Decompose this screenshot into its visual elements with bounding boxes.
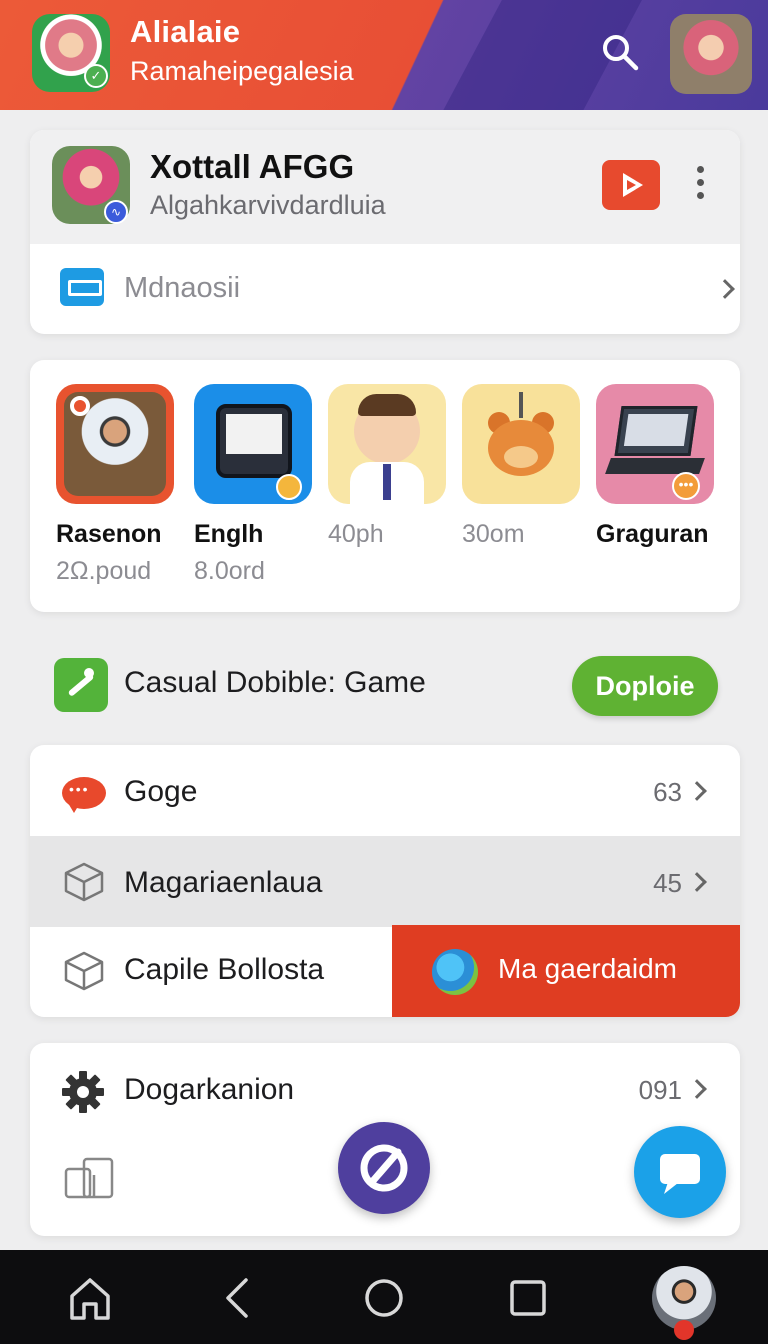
search-icon[interactable] [600, 32, 640, 72]
system-navigation-bar [0, 1250, 768, 1344]
channel-card: ∿ Xottall AFGG Algahkarvivdardluia Mdnao… [30, 130, 740, 334]
globe-chat-icon [432, 949, 478, 995]
baby-app-icon [328, 384, 446, 504]
list-item-label: Capile Bollosta [124, 953, 325, 986]
app-item-english[interactable]: Englh 8.0ord [194, 384, 312, 586]
game-label: Casual Dobible: Game [124, 666, 426, 699]
app-title: Alialaie [130, 14, 241, 49]
highlight-action-button[interactable]: Ma gaerdaidm [392, 925, 740, 1017]
devices-icon[interactable] [64, 1155, 114, 1199]
home-circle-icon[interactable] [360, 1274, 408, 1322]
bear-app-icon [462, 384, 580, 504]
app-item-rasenon[interactable]: Rasenon 2Ω.poud [56, 384, 174, 586]
list-item-count: 63 [653, 777, 682, 807]
highlight-action-label: Ma gaerdaidm [498, 953, 677, 984]
list-item-count: 45 [653, 868, 682, 898]
messages-label: Mdnaosii [124, 272, 241, 304]
app-name: 40ph [328, 520, 384, 548]
cube-icon [64, 951, 104, 991]
channel-name: Xottall AFGG [150, 148, 355, 185]
back-icon[interactable] [214, 1274, 262, 1322]
app-header: ✓ Alialaie Ramaheipegalesia [0, 0, 768, 110]
gear-icon [62, 1071, 104, 1113]
list-item-label: Goge [124, 775, 198, 808]
channel-subtitle: Algahkarvivdardluia [150, 190, 386, 220]
messages-row[interactable]: Mdnaosii [30, 244, 740, 334]
more-options-icon[interactable] [690, 166, 710, 206]
apps-carousel: Rasenon 2Ω.poud Englh 8.0ord 40ph 30om •… [30, 360, 740, 612]
play-button[interactable] [602, 160, 660, 210]
app-meta: 2Ω.poud [56, 557, 152, 585]
laptop-app-icon: ••• [596, 384, 714, 504]
list-item-label: Magariaenlaua [124, 866, 323, 899]
settings-row[interactable]: Dogarkanion 091 [30, 1043, 740, 1134]
chevron-right-icon [715, 279, 735, 299]
compass-fab-button[interactable] [338, 1122, 430, 1214]
chat-bubble-icon [62, 777, 106, 813]
chevron-right-icon [687, 781, 707, 801]
app-subtitle: Ramaheipegalesia [130, 56, 354, 86]
menu-list-card: Goge 63 Magariaenlaua 45 Capile Bollosta… [30, 745, 740, 1017]
cube-icon [64, 862, 104, 902]
game-promo-row: Casual Dobible: Game Doploie [54, 656, 724, 718]
settings-label: Dogarkanion [124, 1073, 295, 1106]
app-name: 30om [462, 520, 525, 548]
home-icon[interactable] [66, 1274, 114, 1322]
list-item-capile-bollosta[interactable]: Capile Bollosta Ma gaerdaidm [30, 925, 740, 1017]
app-item-graguran[interactable]: ••• Graguran [596, 384, 714, 549]
recents-icon[interactable] [504, 1274, 552, 1322]
chat-icon [660, 1154, 700, 1194]
rasenon-app-icon [56, 384, 174, 504]
chevron-right-icon [687, 1079, 707, 1099]
verified-check-icon: ✓ [84, 64, 108, 88]
list-item-goge[interactable]: Goge 63 [30, 745, 740, 836]
chevron-right-icon [687, 872, 707, 892]
link-badge-icon: ∿ [104, 200, 128, 224]
chat-fab-button[interactable] [634, 1126, 726, 1218]
message-icon [60, 268, 104, 306]
app-name: Englh [194, 520, 264, 548]
app-name: Rasenon [56, 520, 162, 548]
user-profile-avatar[interactable] [670, 14, 752, 94]
settings-count: 091 [638, 1075, 682, 1105]
app-name: Graguran [596, 520, 709, 548]
compass-icon [360, 1144, 408, 1192]
channel-header: ∿ Xottall AFGG Algahkarvivdardluia [30, 130, 740, 244]
game-icon [54, 658, 108, 712]
app-item-40ph[interactable]: 40ph [328, 384, 446, 549]
list-item-magariaenlaua[interactable]: Magariaenlaua 45 [30, 836, 740, 927]
app-item-30om[interactable]: 30om [462, 384, 580, 549]
app-meta: 8.0ord [194, 557, 265, 585]
english-app-icon [194, 384, 312, 504]
deploy-button[interactable]: Doploie [572, 656, 718, 716]
notification-dot-icon [674, 1320, 694, 1340]
